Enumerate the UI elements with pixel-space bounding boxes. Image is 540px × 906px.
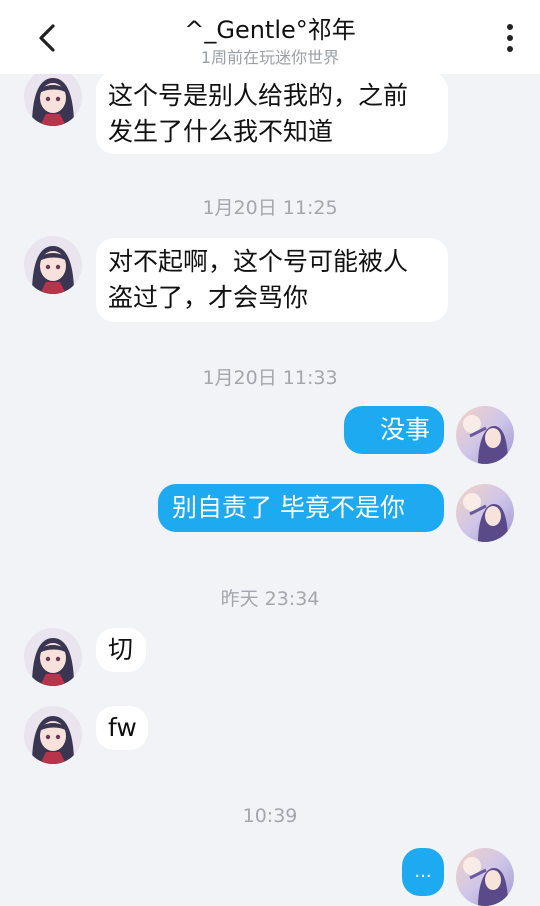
outgoing-message-bubble[interactable]: 没事 [344,406,444,454]
contact-status: 1周前在玩迷你世界 [200,48,340,67]
chat-header: ^_Gentle°祁年 1周前在玩迷你世界 [0,0,540,74]
contact-name[interactable]: ^_Gentle°祁年 [0,10,540,45]
incoming-message-bubble[interactable]: 切 [96,628,146,672]
outgoing-message-bubble[interactable]: ... [402,848,444,896]
contact-avatar[interactable] [24,236,82,294]
message-timestamp: 10:39 [242,805,298,827]
self-avatar[interactable] [456,406,514,464]
outgoing-message-bubble[interactable]: 别自责了 毕竟不是你 [158,484,444,532]
contact-avatar[interactable] [24,68,82,126]
incoming-message-bubble[interactable]: fw [96,706,148,750]
more-vertical-icon[interactable] [502,20,518,56]
message-timestamp: 昨天 23:34 [220,588,320,610]
self-avatar[interactable] [456,484,514,542]
incoming-message-bubble[interactable]: 这个号是别人给我的，之前 发生了什么我不知道 [96,72,448,154]
self-avatar[interactable] [456,848,514,906]
contact-avatar[interactable] [24,706,82,764]
message-timestamp: 1月20日 11:33 [202,367,338,389]
message-timestamp: 1月20日 11:25 [202,197,338,219]
contact-avatar[interactable] [24,628,82,686]
incoming-message-bubble[interactable]: 对不起啊，这个号可能被人 盗过了，才会骂你 [96,238,448,322]
